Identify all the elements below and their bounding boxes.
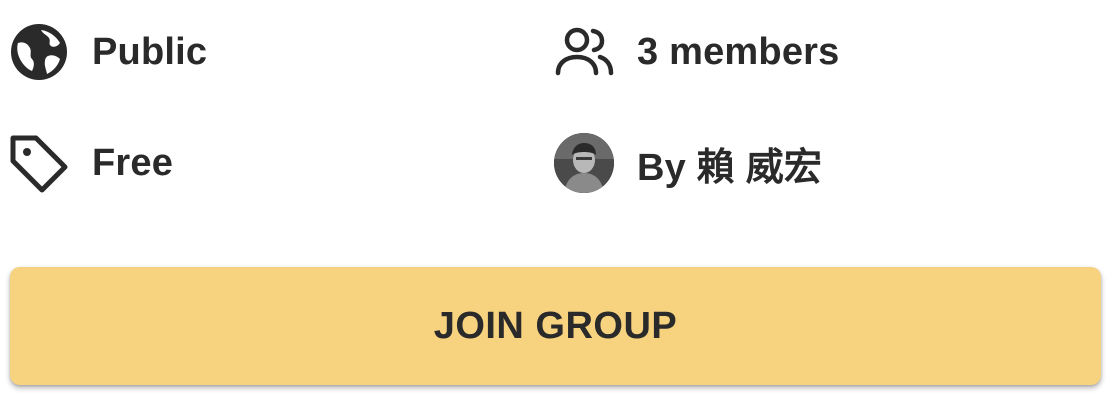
privacy-info: Public [8, 20, 207, 84]
globe-icon [8, 21, 70, 83]
price-label: Free [92, 141, 174, 184]
members-label: 3 members [637, 30, 840, 73]
avatar[interactable] [554, 133, 614, 193]
join-group-button[interactable]: JOIN GROUP [10, 267, 1101, 385]
tag-icon [8, 132, 70, 194]
owner-info[interactable]: By 賴 威宏 [553, 131, 822, 195]
price-info: Free [8, 131, 173, 195]
users-icon [553, 21, 615, 83]
owner-label[interactable]: By 賴 威宏 [637, 136, 822, 191]
privacy-label: Public [92, 30, 208, 73]
members-info: 3 members [553, 20, 839, 84]
